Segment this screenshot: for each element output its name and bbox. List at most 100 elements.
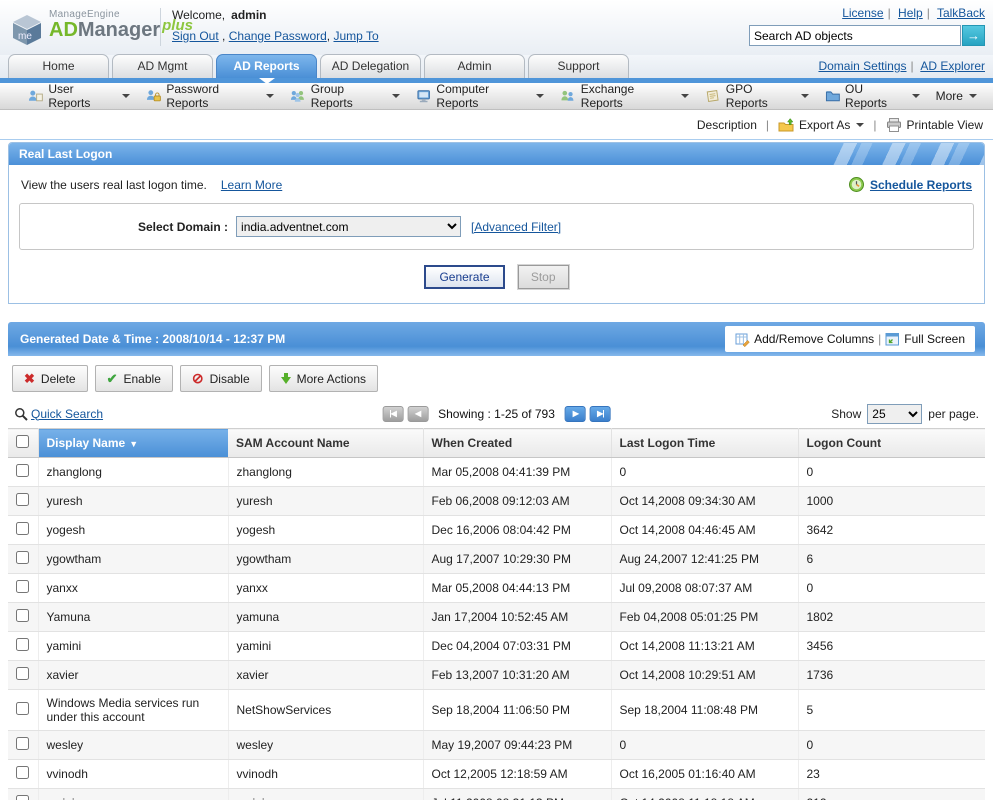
disable-button[interactable]: ⊘Disable [180,365,262,392]
cell-display-name: zhanglong [38,458,228,487]
learn-more-link[interactable]: Learn More [221,178,282,192]
last-page-button[interactable]: ▶| [590,406,611,422]
row-checkbox[interactable] [16,522,29,535]
export-as-button[interactable]: Export As [778,117,864,133]
search-go-button[interactable]: → [962,25,985,46]
row-checkbox[interactable] [16,609,29,622]
caret-down-icon [536,94,544,98]
page-size-select[interactable]: 25 [867,404,922,424]
menu-ou-reports[interactable]: OU Reports [825,82,920,110]
results-section: Generated Date & Time : 2008/10/14 - 12:… [8,322,985,800]
row-checkbox[interactable] [16,638,29,651]
row-checkbox[interactable] [16,493,29,506]
add-remove-columns-icon [735,332,750,347]
row-checkbox[interactable] [16,795,29,800]
top-links: License| Help| TalkBack [842,6,985,20]
caret-down-icon [969,94,977,98]
row-checkbox[interactable] [16,667,29,680]
column-header-sam-account-name[interactable]: SAM Account Name [228,429,423,458]
sign-out-link[interactable]: Sign Out [172,29,219,43]
cell-display-name: yamini [38,632,228,661]
description-button[interactable]: Description [697,118,757,132]
per-page-label: per page. [928,407,979,421]
tab-admin[interactable]: Admin [424,54,525,78]
domain-settings-link[interactable]: Domain Settings [818,59,906,73]
search-ad-objects-input[interactable] [749,25,961,46]
tab-ad-mgmt[interactable]: AD Mgmt [112,54,213,78]
talkback-link[interactable]: TalkBack [937,6,985,20]
menu-user-reports[interactable]: User Reports [28,82,130,110]
row-checkbox[interactable] [16,702,29,715]
enable-button[interactable]: ✔Enable [95,365,173,392]
report-toolbar: Description | Export As | Printable View [0,110,993,140]
row-checkbox[interactable] [16,551,29,564]
menu-computer-reports[interactable]: Computer Reports [416,82,544,110]
delete-button[interactable]: ✖Delete [12,365,88,392]
cell-logon-count: 0 [798,731,985,760]
more-actions-button[interactable]: More Actions [269,365,378,392]
table-row: vvinodh vvinodh Oct 12,2005 12:18:59 AM … [8,760,985,789]
change-password-link[interactable]: Change Password [229,29,327,43]
tab-ad-delegation[interactable]: AD Delegation [320,54,421,78]
cell-display-name: wesley [38,731,228,760]
schedule-reports-link[interactable]: Schedule Reports [870,178,972,192]
menu-group-reports[interactable]: Group Reports [290,82,400,110]
cell-when-created: Jul 11,2008 08:31:13 PM [423,789,611,800]
column-header-logon-count[interactable]: Logon Count [798,429,985,458]
menu-password-reports[interactable]: Password Reports [146,82,274,110]
cell-logon-count: 0 [798,574,985,603]
disable-no-entry-icon: ⊘ [192,370,204,387]
printable-view-button[interactable]: Printable View [886,117,984,133]
caret-down-icon [681,94,689,98]
cell-last-logon-time: Aug 24,2007 12:41:25 PM [611,545,798,574]
cell-last-logon-time: Oct 14,2008 09:34:30 AM [611,487,798,516]
stop-button: Stop [518,265,569,289]
search-icon [14,407,28,421]
tab-home[interactable]: Home [8,54,109,78]
next-page-button[interactable]: ▶ [565,406,586,422]
row-checkbox[interactable] [16,464,29,477]
main-tab-bar: Home AD Mgmt AD Reports AD Delegation Ad… [0,55,993,78]
select-all-checkbox[interactable] [16,435,29,448]
bulk-actions-row: ✖Delete ✔Enable ⊘Disable More Actions [8,356,985,400]
cell-display-name: yuresh [38,487,228,516]
cell-last-logon-time: 0 [611,731,798,760]
help-link[interactable]: Help [898,6,923,20]
cell-display-name: Yamuna [38,603,228,632]
top-header: me ManageEngine ADManagerplus Welcome,ad… [0,0,993,55]
menu-more[interactable]: More [936,89,977,103]
table-row: wesley wesley May 19,2007 09:44:23 PM 0 … [8,731,985,760]
menu-gpo-reports[interactable]: GPO Reports [705,82,808,110]
column-header-display-name[interactable]: Display Name▼ [38,429,228,458]
cell-last-logon-time: Jul 09,2008 08:07:37 AM [611,574,798,603]
jump-to-link[interactable]: Jump To [333,29,378,43]
cell-logon-count: 5 [798,690,985,731]
quick-search-link[interactable]: Quick Search [31,407,103,421]
cell-display-name: vvinodh [38,760,228,789]
cell-logon-count: 1802 [798,603,985,632]
menu-exchange-reports[interactable]: Exchange Reports [560,82,689,110]
column-header-when-created[interactable]: When Created [423,429,611,458]
cell-last-logon-time: Sep 18,2004 11:08:48 PM [611,690,798,731]
app-logo: me ManageEngine ADManagerplus [10,9,193,47]
schedule-reports-icon [848,176,865,193]
cell-when-created: Feb 13,2007 10:31:20 AM [423,661,611,690]
prev-page-button: ◀ [407,406,428,422]
full-screen-button[interactable]: Full Screen [885,332,965,347]
domain-select[interactable]: india.adventnet.com [236,216,461,237]
tab-support[interactable]: Support [528,54,629,78]
cell-when-created: Feb 06,2008 09:12:03 AM [423,487,611,516]
row-checkbox[interactable] [16,737,29,750]
row-checkbox[interactable] [16,580,29,593]
row-checkbox[interactable] [16,766,29,779]
license-link[interactable]: License [842,6,883,20]
add-remove-columns-button[interactable]: Add/Remove Columns [735,332,874,347]
generate-button[interactable]: Generate [424,265,504,289]
ad-explorer-link[interactable]: AD Explorer [920,59,985,73]
tab-ad-reports[interactable]: AD Reports [216,54,317,78]
cell-logon-count: 1736 [798,661,985,690]
advanced-filter-link[interactable]: [Advanced Filter] [471,220,561,234]
column-header-last-logon-time[interactable]: Last Logon Time [611,429,798,458]
group-reports-icon [290,88,305,104]
first-page-button: |◀ [382,406,403,422]
